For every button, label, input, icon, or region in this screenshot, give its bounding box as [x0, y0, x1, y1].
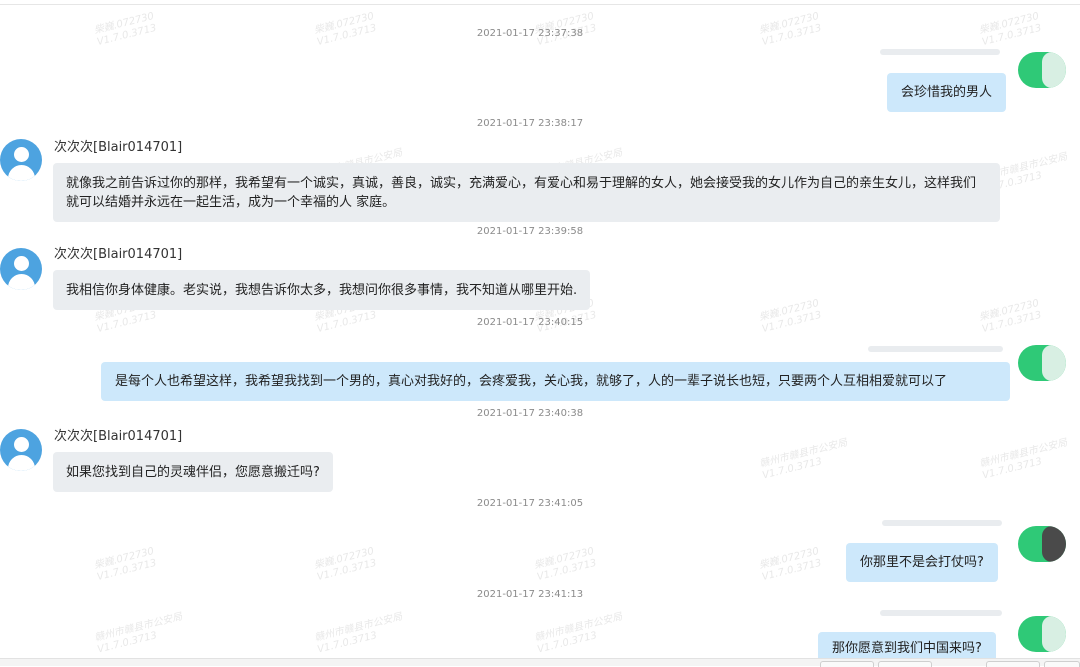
sender-name-redacted [880, 610, 1002, 616]
message-timestamp: 2021-01-17 23:39:58 [476, 226, 584, 237]
message-timestamp: 2021-01-17 23:38:17 [476, 118, 584, 129]
toolbar-button[interactable] [820, 661, 874, 667]
watermark: 赣州市赣县市公安局V1.7.0.3713 [978, 437, 1069, 482]
message-bubble-outgoing[interactable]: 你那里不是会打仗吗? [846, 543, 998, 582]
watermark: 柴巍.072730 V1.7.0.3713 [758, 545, 823, 584]
message-bubble-outgoing[interactable]: 是每个人也希望这样，我希望我找到一个男的，真心对我好的，会疼爱我，关心我，就够了… [101, 362, 1010, 401]
sender-name-redacted [882, 520, 1002, 526]
contact-avatar[interactable] [0, 139, 42, 181]
message-bubble-incoming[interactable]: 我相信你身体健康。老实说，我想告诉你太多，我想问你很多事情，我不知道从哪里开始. [53, 270, 591, 310]
sender-name: 次次次[Blair014701] [54, 247, 183, 262]
contact-avatar[interactable] [0, 429, 42, 471]
message-timestamp: 2021-01-17 23:41:05 [476, 498, 584, 509]
toolbar-button[interactable] [986, 661, 1040, 667]
message-timestamp: 2021-01-17 23:37:38 [476, 28, 584, 39]
watermark: 柴巍.072730 V1.7.0.3713 [313, 545, 378, 584]
user-avatar[interactable] [1018, 616, 1066, 652]
message-bubble-incoming[interactable]: 就像我之前告诉过你的那样，我希望有一个诚实，真诚，善良，诚实，充满爱心，有爱心和… [53, 163, 1000, 222]
sender-name: 次次次[Blair014701] [54, 429, 183, 444]
toolbar-button[interactable] [878, 661, 932, 667]
sender-name: 次次次[Blair014701] [54, 140, 183, 155]
message-bubble-incoming[interactable]: 如果您找到自己的灵魂伴侣，您愿意搬迁吗? [53, 452, 333, 492]
user-avatar[interactable] [1018, 526, 1066, 562]
watermark: 赣州市赣县市公安局V1.7.0.3713 [533, 611, 624, 656]
watermark: 赣州市赣县市公安局V1.7.0.3713 [758, 437, 849, 482]
watermark: 赣州市赣县市公安局V1.7.0.3713 [93, 611, 184, 656]
user-avatar[interactable] [1018, 345, 1066, 381]
watermark: 柴巍.072730 V1.7.0.3713 [533, 545, 598, 584]
sender-name-redacted [880, 49, 1000, 55]
top-divider [0, 4, 1080, 5]
sender-name-redacted [868, 346, 1003, 352]
user-avatar[interactable] [1018, 52, 1066, 88]
contact-avatar[interactable] [0, 248, 42, 290]
watermark: 柴巍.072730 V1.7.0.3713 [93, 545, 158, 584]
message-timestamp: 2021-01-17 23:40:38 [476, 408, 584, 419]
toolbar-button[interactable] [1044, 661, 1080, 667]
message-timestamp: 2021-01-17 23:41:13 [476, 589, 584, 600]
message-bubble-outgoing[interactable]: 会珍惜我的男人 [887, 73, 1007, 112]
message-timestamp: 2021-01-17 23:40:15 [476, 317, 584, 328]
watermark: 赣州市赣县市公安局V1.7.0.3713 [313, 611, 404, 656]
